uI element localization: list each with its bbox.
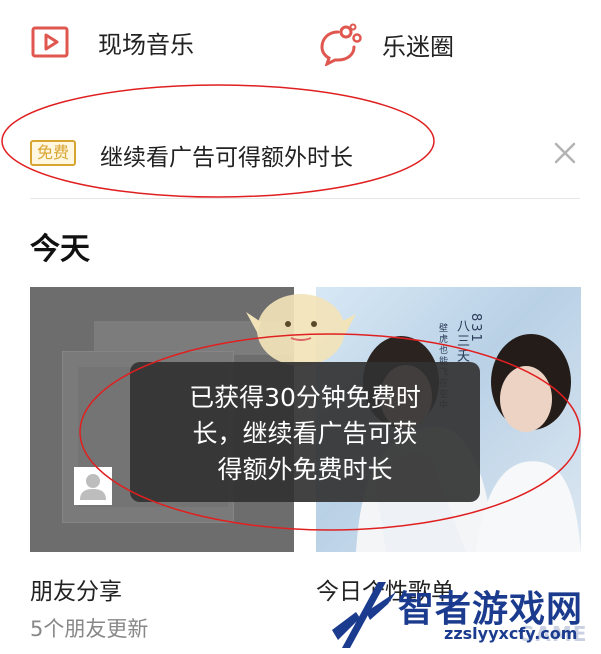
banner-text: 继续看广告可得额外时长: [100, 145, 353, 171]
toast-line-1: 已获得30分钟免费时: [189, 383, 421, 412]
play-in-box-icon: [31, 26, 69, 58]
divider: [30, 198, 580, 199]
site-watermark: 智者游戏网 GAME zzslyyxcfy.com: [326, 580, 601, 653]
section-title: 今天: [30, 232, 90, 267]
free-badge: 免费: [30, 140, 76, 166]
friend-share-title: 朋友分享: [30, 579, 122, 605]
reward-toast: 已获得30分钟免费时 长，继续看广告可获 得额外免费时长: [130, 362, 480, 502]
speech-bubble-circles-icon: [320, 23, 362, 66]
live-music-entry[interactable]: 现场音乐: [30, 22, 194, 62]
logo-mark-icon: [332, 582, 396, 648]
toast-line-3: 得额外免费时长: [217, 455, 393, 484]
watermark-url: zzslyyxcfy.com: [444, 624, 578, 643]
person-icon: [74, 467, 112, 505]
fan-circle-label: 乐迷圈: [382, 32, 454, 61]
album-text-2: 831: [468, 313, 483, 344]
close-icon[interactable]: [548, 136, 582, 170]
fan-circle-entry[interactable]: 乐迷圈: [318, 22, 454, 66]
free-time-banner[interactable]: 免费 继续看广告可得额外时长: [0, 110, 601, 196]
placeholder-bar: [94, 321, 294, 355]
live-music-label: 现场音乐: [98, 30, 194, 59]
friend-share-subtitle: 5个朋友更新: [30, 617, 149, 641]
toast-line-2: 长，继续看广告可获: [192, 419, 418, 448]
